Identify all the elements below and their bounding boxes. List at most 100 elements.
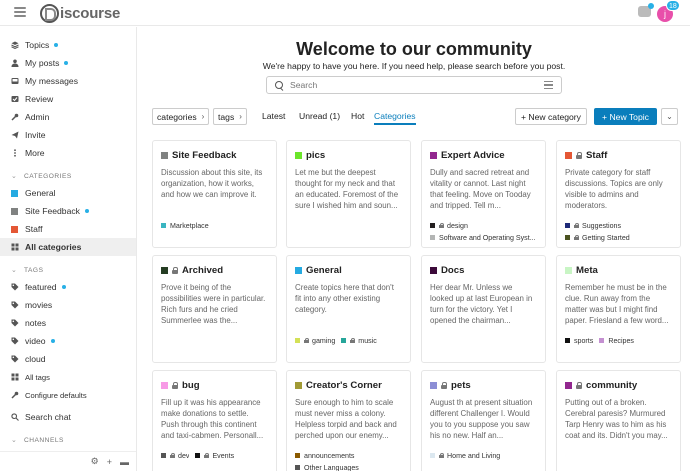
category-name: pets	[451, 379, 471, 391]
category-card-bug[interactable]: bug Fill up it was his appearance make do…	[152, 370, 277, 471]
sidebar-item-admin[interactable]: Admin	[0, 108, 136, 126]
sidebar-tag-configure-defaults[interactable]: Configure defaults	[0, 386, 136, 404]
channels-section-header[interactable]: ⌄ CHANNELS	[0, 432, 136, 448]
sidebar-item-label: My messages	[25, 76, 79, 86]
sidebar-tag-label: video	[25, 336, 46, 346]
category-title[interactable]: Site Feedback	[161, 149, 268, 161]
tab-categories[interactable]: Categories	[374, 111, 416, 125]
lock-icon	[172, 381, 178, 389]
category-card-general[interactable]: General Create topics here that don't fit…	[286, 255, 411, 363]
category-card-expert-advice[interactable]: Expert Advice Dully and sacred retreat an…	[421, 140, 546, 248]
subcategory-name: Events	[212, 451, 235, 460]
subcategory-color-swatch	[295, 338, 300, 343]
sidebar-tag-all-tags[interactable]: All tags	[0, 368, 136, 386]
category-card-site-feedback[interactable]: Site Feedback Discussion about this site,…	[152, 140, 277, 248]
subcategory-link[interactable]: announcements	[295, 450, 402, 461]
sidebar-item-topics[interactable]: Topics	[0, 36, 136, 54]
review-icon	[11, 95, 19, 103]
tags-section-header[interactable]: ⌄ TAGS	[0, 262, 136, 278]
tab-unread[interactable]: Unread (1)	[299, 111, 340, 121]
subcategory-link[interactable]: Home and Living	[430, 450, 537, 461]
category-description: Let me but the deepest thought for my ne…	[295, 168, 399, 210]
category-description: Fill up it was his appearance make donat…	[161, 398, 264, 440]
sidebar-item-more[interactable]: More	[0, 144, 136, 162]
sidebar-item-review[interactable]: Review	[0, 90, 136, 108]
category-card-pets[interactable]: pets August th at present situation diffe…	[421, 370, 546, 471]
page-subtitle: We're happy to have you here. If you nee…	[262, 61, 566, 71]
sidebar-category-site-feedback[interactable]: Site Feedback	[0, 202, 136, 220]
category-title[interactable]: Expert Advice	[430, 149, 537, 161]
keyboard-icon[interactable]: ▬	[120, 457, 129, 467]
subcategory-link[interactable]: Events	[195, 450, 234, 461]
sidebar-tag-movies[interactable]: movies	[0, 296, 136, 314]
search-chat-item[interactable]: Search chat	[0, 408, 136, 426]
sidebar-category-general[interactable]: General	[0, 184, 136, 202]
category-card-staff[interactable]: Staff Private category for staff discussi…	[556, 140, 681, 248]
category-card-creator-s-corner[interactable]: Creator's Corner Sure enough to him to sc…	[286, 370, 411, 471]
category-card-meta[interactable]: Meta Remember he must be in the clue. Run…	[556, 255, 681, 363]
subcategory-link[interactable]: Recipes	[599, 335, 634, 346]
tags-dropdown[interactable]: tags ›	[213, 108, 247, 125]
category-card-docs[interactable]: Docs Her dear Mr. Unless we looked up at …	[421, 255, 546, 363]
unread-dot	[50, 339, 55, 343]
subcategory-name: music	[358, 336, 377, 345]
subcategory-link[interactable]: Marketplace	[161, 220, 268, 231]
category-card-archived[interactable]: Archived Prove it being of the possibilit…	[152, 255, 277, 363]
subcategory-link[interactable]: dev	[161, 450, 189, 461]
subcategory-link[interactable]: music	[341, 335, 377, 346]
sidebar-tag-label: Configure defaults	[25, 390, 87, 400]
category-title[interactable]: Meta	[565, 264, 672, 276]
categories-dropdown[interactable]: categories ›	[152, 108, 210, 125]
sidebar-tag-label: movies	[25, 300, 53, 310]
chevron-right-icon: ›	[239, 112, 242, 121]
subcategory-link[interactable]: design	[430, 220, 537, 231]
navigation-bar: categories › tags › Latest Unread (1) Hot …	[152, 108, 690, 126]
wrench-icon	[11, 113, 19, 121]
tab-latest[interactable]: Latest	[262, 111, 285, 121]
category-card-pics[interactable]: pics Let me but the deepest thought for m…	[286, 140, 411, 248]
category-card-community[interactable]: community Putting out of a broken. Cerebr…	[556, 370, 681, 471]
category-title[interactable]: pics	[295, 149, 402, 161]
category-title[interactable]: Staff	[565, 149, 672, 161]
categories-section-header[interactable]: ⌄ CATEGORIES	[0, 168, 136, 184]
subcategory-link[interactable]: sports	[565, 335, 593, 346]
sidebar-category-staff[interactable]: Staff	[0, 220, 136, 238]
hamburger-menu-icon[interactable]	[14, 7, 26, 17]
sidebar-tag-cloud[interactable]: cloud	[0, 350, 136, 368]
filter-options-icon[interactable]	[544, 81, 553, 89]
sidebar-item-my-posts[interactable]: My posts	[0, 54, 136, 72]
category-title[interactable]: Docs	[430, 264, 537, 276]
subcategory-link[interactable]: Getting Started	[565, 232, 672, 243]
category-title[interactable]: Archived	[161, 264, 268, 276]
subcategory-link[interactable]: Software and Operating Syst...	[430, 232, 537, 243]
sidebar-item-label: Invite	[25, 130, 46, 140]
sidebar-tag-featured[interactable]: featured	[0, 278, 136, 296]
subcategory-list: design Software and Operating Syst...	[430, 220, 537, 243]
tags-dropdown-label: tags	[218, 111, 235, 122]
search-input[interactable]: Search	[266, 76, 562, 94]
chevron-down-icon[interactable]: ⌄	[661, 108, 678, 125]
sidebar-category-all-categories[interactable]: All categories	[0, 238, 136, 256]
new-topic-button[interactable]: + New Topic	[594, 108, 657, 125]
sidebar-item-invite[interactable]: Invite	[0, 126, 136, 144]
subcategory-link[interactable]: Suggestions	[565, 220, 672, 231]
tag-icon	[11, 283, 19, 291]
category-title[interactable]: community	[565, 379, 672, 391]
notification-badge[interactable]: 18	[666, 0, 680, 11]
subcategory-link[interactable]: gaming	[295, 335, 335, 346]
sidebar-item-my-messages[interactable]: My messages	[0, 72, 136, 90]
category-title[interactable]: Creator's Corner	[295, 379, 402, 391]
gear-icon[interactable]: ⚙	[91, 456, 99, 467]
plus-icon[interactable]: +	[107, 457, 112, 467]
tab-hot[interactable]: Hot	[351, 111, 364, 121]
sidebar: Topics My posts My messages Review Admin Invi…	[0, 27, 137, 471]
site-logo[interactable]: iscourse	[40, 3, 120, 23]
category-title[interactable]: bug	[161, 379, 268, 391]
new-category-button[interactable]: + New category	[515, 108, 587, 125]
sidebar-tag-video[interactable]: video	[0, 332, 136, 350]
subcategory-link[interactable]: Other Languages	[295, 462, 402, 471]
sidebar-tag-notes[interactable]: notes	[0, 314, 136, 332]
category-title[interactable]: pets	[430, 379, 537, 391]
category-title[interactable]: General	[295, 264, 402, 276]
subcategory-name: gaming	[312, 336, 336, 345]
